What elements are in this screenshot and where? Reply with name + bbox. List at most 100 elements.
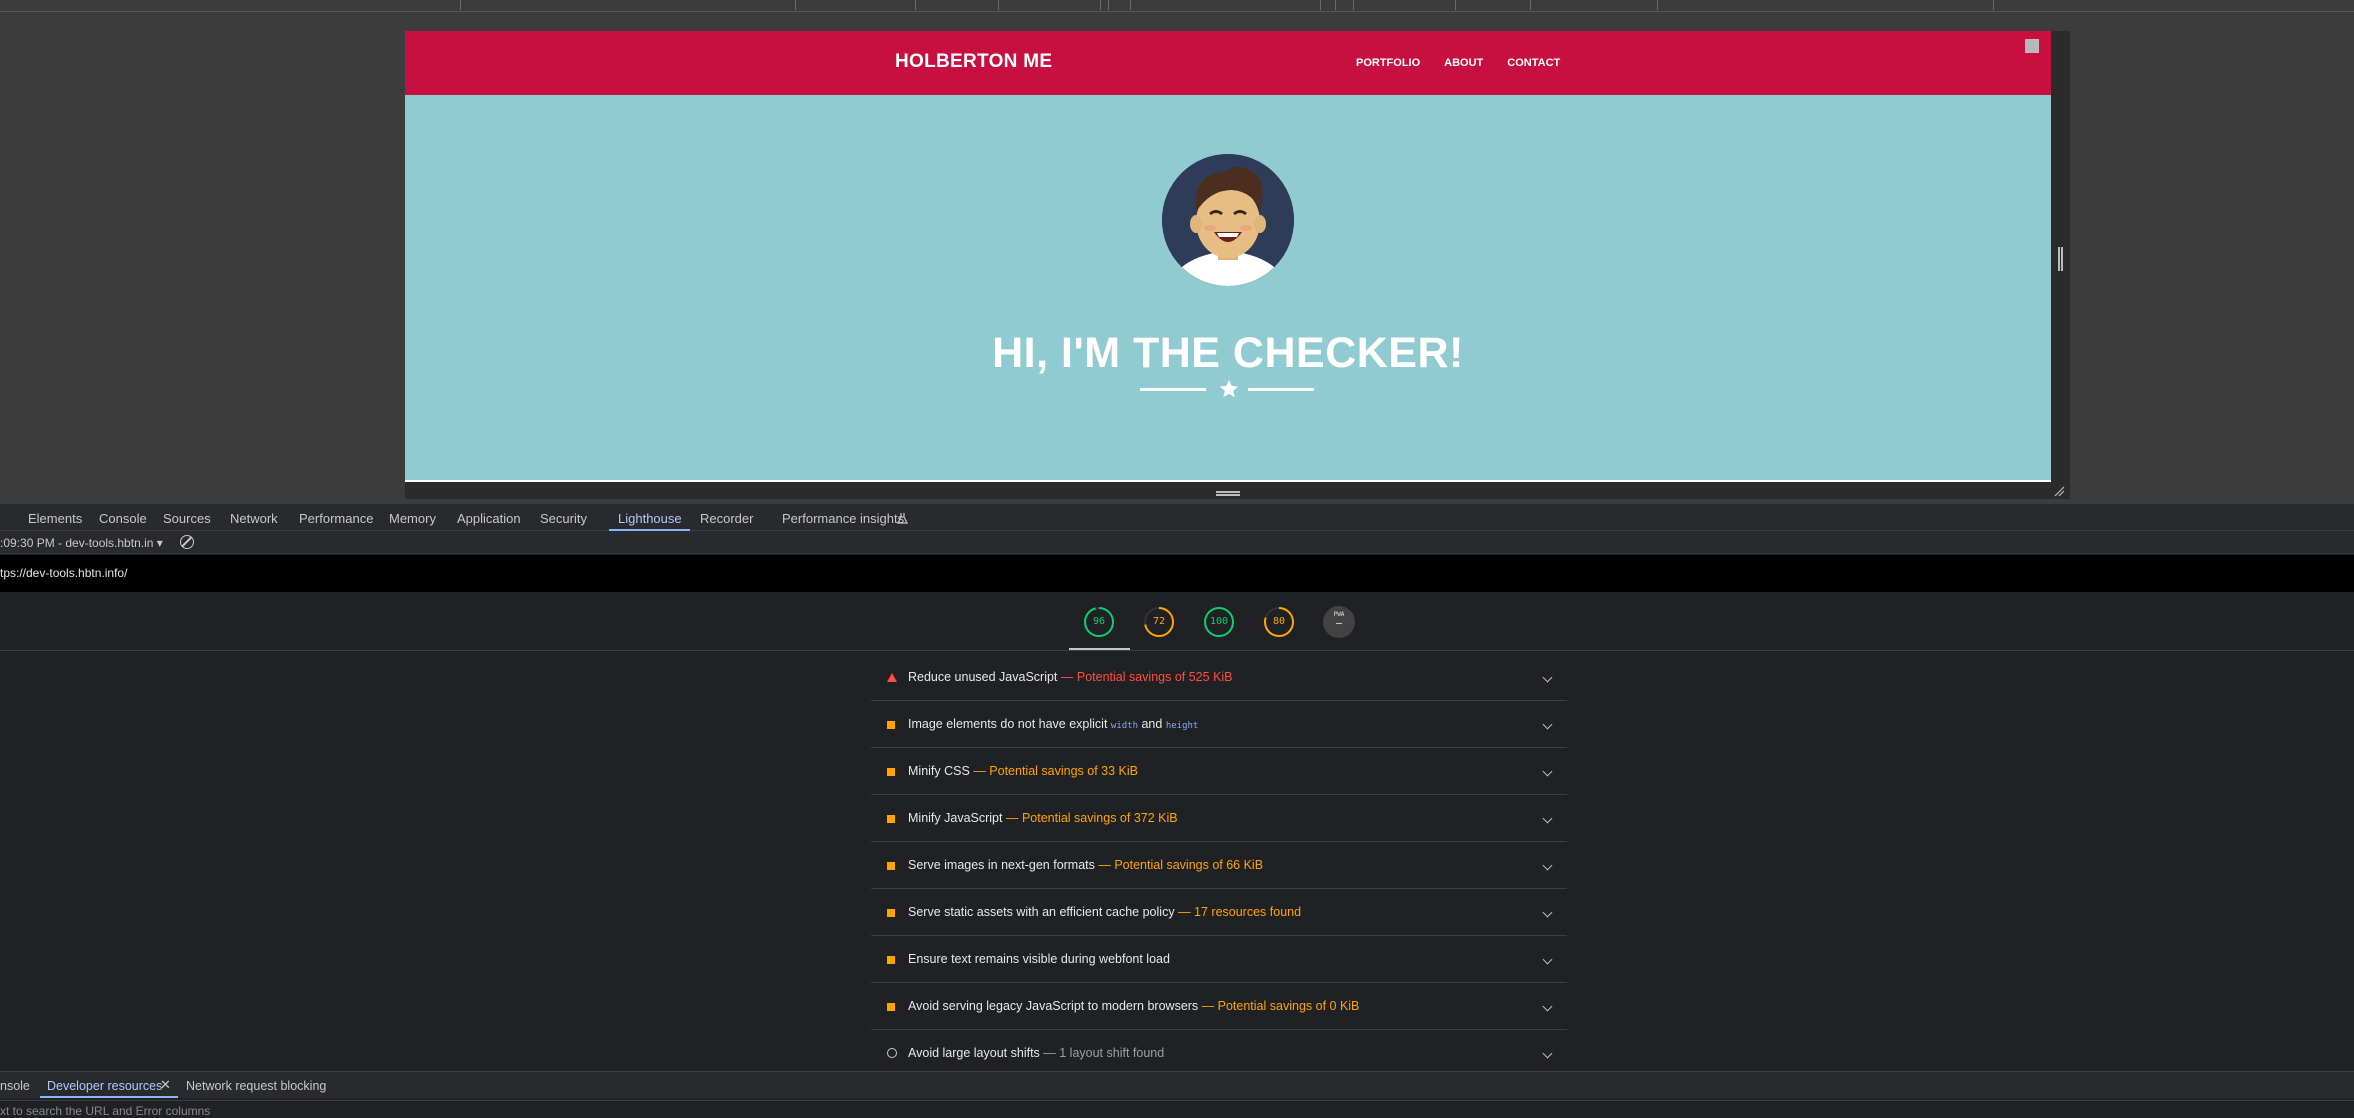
audit-item[interactable]: Minify CSS — Potential savings of 33 KiB: [871, 748, 1567, 795]
chevron-down-icon[interactable]: [1542, 813, 1553, 824]
audit-item[interactable]: Reduce unused JavaScript — Potential sav…: [871, 654, 1567, 701]
audit-title: Reduce unused JavaScript: [908, 670, 1058, 684]
emulation-close-icon[interactable]: [2025, 39, 2039, 53]
tab-application[interactable]: Application: [457, 511, 521, 526]
report-url-bar: tps://dev-tools.hbtn.info/: [0, 555, 2354, 592]
gauge-value: 100: [1209, 616, 1229, 627]
corner-resize-icon[interactable]: [2053, 485, 2065, 497]
audit-detail: — Potential savings of 66 KiB: [1098, 858, 1264, 872]
audit-detail: — 17 resources found: [1178, 905, 1302, 919]
resources-filter-input[interactable]: xt to search the URL and Error columns: [0, 1100, 2354, 1118]
gauge-value: 80: [1272, 616, 1286, 627]
code-height: height: [1165, 721, 1199, 731]
audit-item[interactable]: Minify JavaScript — Potential savings of…: [871, 795, 1567, 842]
gauge-performance[interactable]: 96: [1083, 606, 1115, 638]
audit-item[interactable]: Serve static assets with an efficient ca…: [871, 889, 1567, 936]
site-navbar: HOLBERTON ME PORTFOLIO ABOUT CONTACT: [405, 31, 2051, 95]
score-gauges: 96 72 100 80 PWA —: [0, 592, 2354, 651]
chevron-down-icon[interactable]: [1542, 719, 1553, 730]
tab-network[interactable]: Network: [230, 511, 278, 526]
flask-icon: [897, 513, 908, 524]
tab-recorder[interactable]: Recorder: [700, 511, 753, 526]
star-icon: [1219, 379, 1239, 398]
audit-detail: — Potential savings of 33 KiB: [973, 764, 1138, 778]
viewport-bottom-resizer[interactable]: [405, 482, 2070, 499]
gauge-seo[interactable]: 80: [1263, 606, 1295, 638]
active-gauge-indicator: [1069, 648, 1130, 650]
tab-elements[interactable]: Elements: [28, 511, 82, 526]
site-brand[interactable]: HOLBERTON ME: [895, 51, 1052, 73]
filter-placeholder: xt to search the URL and Error columns: [0, 1104, 211, 1118]
chevron-down-icon[interactable]: [1542, 766, 1553, 777]
top-ruler: [0, 0, 2354, 12]
audit-title: Minify JavaScript: [908, 811, 1003, 825]
gauge-accessibility[interactable]: 72: [1143, 606, 1175, 638]
audit-title: Serve static assets with an efficient ca…: [908, 905, 1175, 919]
resize-grip-icon[interactable]: [1216, 491, 1240, 496]
warning-square-icon: [887, 862, 895, 870]
audit-detail: — Potential savings of 525 KiB: [1060, 670, 1233, 684]
chevron-down-icon[interactable]: [1542, 1048, 1553, 1059]
page-viewport: HOLBERTON ME PORTFOLIO ABOUT CONTACT HI,…: [405, 31, 2051, 482]
nav-links: PORTFOLIO ABOUT CONTACT: [1356, 57, 1560, 69]
gauge-best-practices[interactable]: 100: [1203, 606, 1235, 638]
drawer-tab-console[interactable]: nsole: [0, 1079, 30, 1093]
nav-link-about[interactable]: ABOUT: [1444, 57, 1483, 69]
chevron-down-icon[interactable]: [1542, 672, 1553, 683]
warning-square-icon: [887, 1003, 895, 1011]
audit-item[interactable]: Avoid large layout shifts — 1 layout shi…: [871, 1030, 1567, 1077]
tab-performance-insights[interactable]: Performance insights: [782, 511, 904, 526]
warning-square-icon: [887, 768, 895, 776]
avatar-illustration: [1162, 154, 1294, 286]
info-circle-icon: [887, 1048, 897, 1058]
audit-title: Serve images in next-gen formats: [908, 858, 1095, 872]
clear-reports-icon[interactable]: [180, 535, 194, 549]
chevron-down-icon[interactable]: [1542, 1001, 1553, 1012]
tab-performance[interactable]: Performance: [299, 511, 373, 526]
warning-square-icon: [887, 815, 895, 823]
report-select[interactable]: :09:30 PM - dev-tools.hbtn.in ▾: [0, 536, 163, 550]
close-icon[interactable]: ✕: [160, 1077, 171, 1093]
drawer-tab-network-request-blocking[interactable]: Network request blocking: [186, 1079, 326, 1093]
resize-grip-icon[interactable]: [2058, 247, 2063, 271]
tab-memory[interactable]: Memory: [389, 511, 436, 526]
pwa-label: PWA: [1333, 611, 1345, 618]
avatar: [1162, 154, 1294, 286]
tab-security[interactable]: Security: [540, 511, 587, 526]
audit-title: Avoid large layout shifts: [908, 1046, 1040, 1060]
tab-sources[interactable]: Sources: [163, 511, 211, 526]
nav-link-contact[interactable]: CONTACT: [1507, 57, 1560, 69]
audit-detail: — Potential savings of 372 KiB: [1005, 811, 1178, 825]
audit-item[interactable]: Avoid serving legacy JavaScript to moder…: [871, 983, 1567, 1030]
chevron-down-icon[interactable]: [1542, 907, 1553, 918]
warning-square-icon: [887, 721, 895, 729]
chevron-down-icon[interactable]: [1542, 954, 1553, 965]
star-divider: [1140, 377, 1316, 401]
viewport-right-resizer[interactable]: [2051, 31, 2070, 499]
audit-title: Minify CSS: [908, 764, 970, 778]
fail-triangle-icon: [887, 673, 897, 682]
report-url: tps://dev-tools.hbtn.info/: [0, 566, 128, 580]
audit-item[interactable]: Ensure text remains visible during webfo…: [871, 936, 1567, 983]
audit-title: Image elements do not have explicit: [908, 717, 1111, 731]
drawer-tab-developer-resources[interactable]: Developer resources: [47, 1079, 162, 1093]
chevron-down-icon[interactable]: [1542, 860, 1553, 871]
active-drawer-tab-indicator: [40, 1096, 178, 1098]
gauge-value: —: [1335, 618, 1343, 629]
devtools-tabbar: Elements Console Sources Network Perform…: [0, 504, 2354, 531]
gauge-pwa[interactable]: PWA —: [1323, 606, 1355, 638]
report-select-label: :09:30 PM - dev-tools.hbtn.in: [0, 536, 154, 550]
warning-square-icon: [887, 909, 895, 917]
nav-link-portfolio[interactable]: PORTFOLIO: [1356, 57, 1420, 69]
audit-title: Ensure text remains visible during webfo…: [908, 952, 1170, 966]
drawer-tabbar: nsole Developer resources ✕ Network requ…: [0, 1071, 2354, 1098]
warning-square-icon: [887, 956, 895, 964]
tab-console[interactable]: Console: [99, 511, 147, 526]
gauge-value: 96: [1092, 616, 1106, 627]
gauge-value: 72: [1152, 616, 1166, 627]
audit-title-mid: and: [1138, 717, 1166, 731]
devtools-panel: Elements Console Sources Network Perform…: [0, 504, 2354, 1118]
tab-lighthouse[interactable]: Lighthouse: [618, 511, 682, 526]
audit-item[interactable]: Image elements do not have explicit widt…: [871, 701, 1567, 748]
audit-item[interactable]: Serve images in next-gen formats — Poten…: [871, 842, 1567, 889]
